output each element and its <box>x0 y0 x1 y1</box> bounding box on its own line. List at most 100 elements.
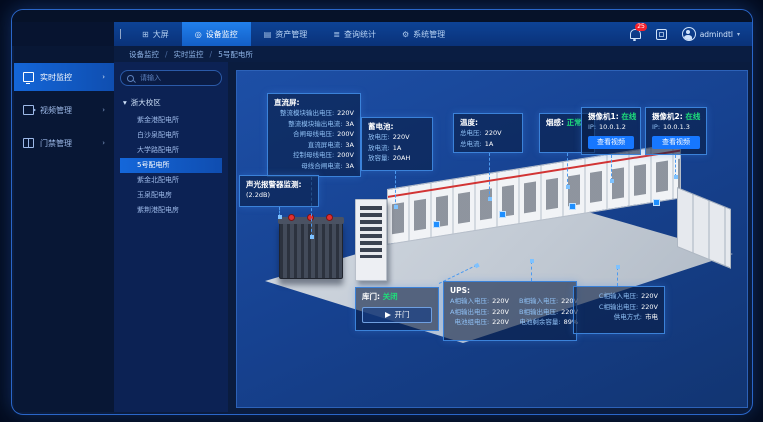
metric-row: 供电方式:市电 <box>580 312 658 323</box>
avatar <box>682 27 696 41</box>
metric-row: 电池剩余容量:89% <box>519 317 578 328</box>
connector-line <box>611 155 612 181</box>
open-door-button[interactable]: 开门 <box>362 307 432 323</box>
transformer-bushing <box>326 214 333 221</box>
breadcrumb-separator: / <box>210 50 213 59</box>
chevron-down-icon: ▾ <box>737 31 740 38</box>
sidebar-item-video-management[interactable]: 视频管理 › <box>14 96 114 124</box>
ups-panel: UPS: A相输入电压:220V A相输出电压:220V 电池组电压:220V … <box>443 281 577 341</box>
chevron-right-icon: › <box>102 106 105 114</box>
door-panel: 库门: 关闭 开门 <box>355 287 439 331</box>
tree-item[interactable]: 玉泉配电房 <box>120 188 222 203</box>
tab-query-statistics[interactable]: ≣ 查询统计 <box>320 22 389 46</box>
user-name: admindtl <box>700 30 733 39</box>
status-badge: 在线 <box>621 112 636 121</box>
phase-c-panel: C相输入电压:220V C相输出电压:220V 供电方式:市电 <box>573 286 665 334</box>
nav-right-actions: 25 admindtl ▾ <box>630 22 740 46</box>
metric-row: 母线合闸电流:3A <box>274 161 354 172</box>
battery-panel: 蓄电池: 放电压:220V 放电流:1A 放容量:20AH <box>361 117 433 171</box>
tree-item[interactable]: 紫金北配电所 <box>120 173 222 188</box>
search-input[interactable] <box>138 73 212 83</box>
device-marker[interactable] <box>433 221 440 228</box>
alarm-panel: 声光报警器监测: (2.2dB) <box>239 175 319 207</box>
big-screen-icon: ⊞ <box>142 30 149 39</box>
connector-line <box>675 155 676 177</box>
metric-row: 总电压:220V <box>460 128 516 139</box>
panel-title: 摄像机1: 在线 <box>588 112 634 122</box>
sidebar-item-label: 视频管理 <box>40 105 72 116</box>
status-badge: 在线 <box>685 112 700 121</box>
asset-icon: ▤ <box>264 30 272 39</box>
station-tree-panel: ▾ 浙大校区 紫金港配电所 白沙泉配电所 大学路配电所 5号配电所 紫金北配电所… <box>114 62 228 412</box>
status-badge: 关闭 <box>383 292 398 301</box>
metric-row: 控制母线电压:200V <box>274 150 354 161</box>
main-canvas: 直流屏: 整流模块输出电压:220V 整流模块输出电流:3A 合闸母线电压:20… <box>236 70 748 408</box>
tree-item[interactable]: 大学路配电所 <box>120 143 222 158</box>
nav-tab-strip: ⊞ 大屏 ◎ 设备监控 ▤ 资产管理 ≣ 查询统计 ⚙ 系统管理 <box>114 22 752 46</box>
dc-screen-panel: 直流屏: 整流模块输出电压:220V 整流模块输出电流:3A 合闸母线电压:20… <box>267 93 361 177</box>
temperature-panel: 温度: 总电压:220V 总电流:1A <box>453 113 523 153</box>
tab-device-monitoring[interactable]: ◎ 设备监控 <box>182 22 251 46</box>
send-icon <box>385 312 391 318</box>
panel-title: 温度: <box>460 118 516 128</box>
dc-charging-cabinet <box>355 199 387 281</box>
metric-row: 电池组电压:220V <box>450 317 509 328</box>
panel-title: 库门: 关闭 <box>362 292 432 302</box>
tree-root-label: 浙大校区 <box>131 97 161 108</box>
nav-divider <box>120 29 121 39</box>
chevron-right-icon: › <box>102 139 105 147</box>
device-marker[interactable] <box>569 203 576 210</box>
tab-system-management[interactable]: ⚙ 系统管理 <box>389 22 458 46</box>
breadcrumb: 设备监控 / 实时监控 / 5号配电所 <box>114 46 750 62</box>
stats-icon: ≣ <box>333 30 340 39</box>
tree-item-selected[interactable]: 5号配电所 <box>120 158 222 173</box>
caret-down-icon: ▾ <box>123 98 127 107</box>
metric-row: 合闸母线电压:200V <box>274 129 354 140</box>
tab-asset-management[interactable]: ▤ 资产管理 <box>251 22 321 46</box>
breadcrumb-item[interactable]: 实时监控 <box>174 49 204 60</box>
tab-dashboard[interactable]: ⊞ 大屏 <box>129 22 182 46</box>
metric-row: IP:10.0.1.3 <box>652 122 700 133</box>
connector-line <box>617 267 618 286</box>
sidebar-item-access-control[interactable]: 门禁管理 › <box>14 129 114 157</box>
panel-title: 声光报警器监测: <box>246 180 312 190</box>
tree-item[interactable]: 紫荆港配电房 <box>120 203 222 218</box>
camera2-panel: 摄像机2: 在线 IP:10.0.1.3 查看视频 <box>645 107 707 155</box>
metric-row: (2.2dB) <box>246 190 312 201</box>
tab-label: 资产管理 <box>275 29 307 40</box>
metric-row: 放电流:1A <box>368 143 426 154</box>
notification-badge: 25 <box>635 23 648 31</box>
notifications-button[interactable]: 25 <box>630 29 641 39</box>
metric-row: C相输出电压:220V <box>580 302 658 313</box>
breadcrumb-item[interactable]: 设备监控 <box>129 49 159 60</box>
sidebar-item-label: 门禁管理 <box>40 138 72 149</box>
view-video-button[interactable]: 查看视频 <box>588 136 634 149</box>
device-marker[interactable] <box>653 199 660 206</box>
tree-item[interactable]: 白沙泉配电所 <box>120 128 222 143</box>
panel-title: 直流屏: <box>274 98 354 108</box>
panel-title: 摄像机2: 在线 <box>652 112 700 122</box>
metric-row: 总电流:1A <box>460 139 516 150</box>
panel-title: 蓄电池: <box>368 122 426 132</box>
monitor-icon: ◎ <box>195 30 202 39</box>
app-window: ⊞ 大屏 ◎ 设备监控 ▤ 资产管理 ≣ 查询统计 ⚙ 系统管理 <box>11 9 753 415</box>
sidebar-item-realtime-monitoring[interactable]: 实时监控 › <box>14 63 114 91</box>
tree-item[interactable]: 紫金港配电所 <box>120 113 222 128</box>
tree-root-node[interactable]: ▾ 浙大校区 <box>123 97 222 108</box>
user-menu[interactable]: admindtl ▾ <box>682 27 740 41</box>
tab-label: 设备监控 <box>206 29 238 40</box>
tree-search <box>120 70 222 86</box>
device-marker[interactable] <box>499 211 506 218</box>
gear-icon: ⚙ <box>402 30 409 39</box>
connector-line <box>567 153 568 187</box>
view-video-button[interactable]: 查看视频 <box>652 136 700 149</box>
fullscreen-icon[interactable] <box>656 29 667 40</box>
connector-line <box>489 153 490 199</box>
chevron-right-icon: › <box>102 73 105 81</box>
title-bar <box>12 10 752 22</box>
breadcrumb-item[interactable]: 5号配电所 <box>218 49 253 60</box>
power-mode-value: 市电 <box>645 312 658 323</box>
door-icon <box>23 138 34 148</box>
status-badge: 正常 <box>567 118 582 127</box>
connector-line <box>395 171 396 207</box>
